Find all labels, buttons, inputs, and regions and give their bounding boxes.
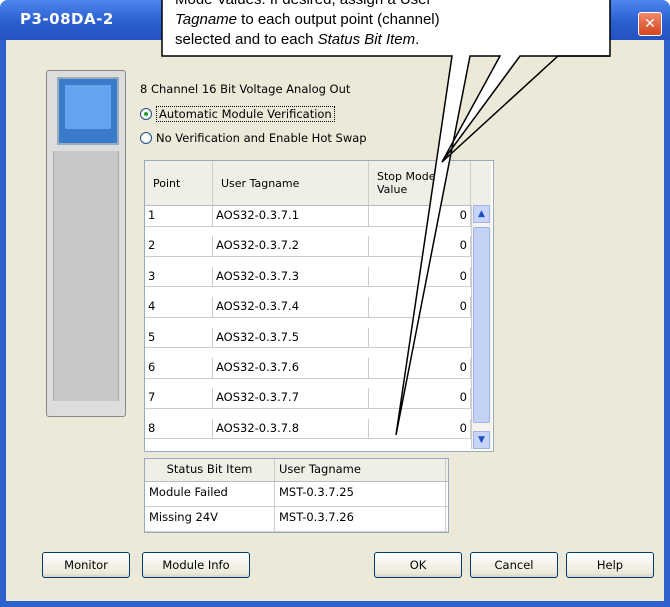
table-row[interactable]: 3 AOS32-0.3.7.3 0 bbox=[145, 266, 471, 288]
stop-value-cell[interactable]: 0 bbox=[369, 206, 471, 226]
radio-automatic-verification[interactable]: Automatic Module Verification bbox=[140, 106, 335, 122]
radio-no-verification[interactable]: No Verification and Enable Hot Swap bbox=[140, 131, 367, 145]
column-header-status-tagname: User Tagname bbox=[275, 459, 446, 481]
point-cell: 1 bbox=[145, 206, 213, 226]
radio-selected-icon bbox=[140, 108, 152, 120]
scroll-thumb[interactable] bbox=[473, 227, 490, 423]
radio-unselected-icon bbox=[140, 132, 152, 144]
column-header-tagname: User Tagname bbox=[213, 161, 369, 205]
table-row[interactable]: 1 AOS32-0.3.7.1 0 bbox=[145, 206, 471, 227]
table-row[interactable]: 8 AOS32-0.3.7.8 0 bbox=[145, 418, 471, 440]
tagname-cell[interactable]: AOS32-0.3.7.1 bbox=[213, 206, 369, 226]
callout-line-2: Tagname to each output point (channel) bbox=[175, 11, 440, 28]
table-header: Point User Tagname Stop Mode Value bbox=[145, 161, 491, 206]
window-title: P3-08DA-2 bbox=[20, 10, 114, 28]
scroll-up-icon[interactable]: ▲ bbox=[473, 205, 490, 223]
callout-line-3: selected and to each Status Bit Item. bbox=[175, 31, 420, 48]
point-cell: 7 bbox=[145, 388, 213, 408]
close-icon: ✕ bbox=[644, 16, 656, 32]
scroll-down-icon[interactable]: ▼ bbox=[473, 431, 490, 449]
column-header-stop-value: Stop Mode Value bbox=[369, 161, 471, 205]
module-description: 8 Channel 16 Bit Voltage Analog Out bbox=[140, 82, 351, 96]
point-cell: 8 bbox=[145, 418, 213, 439]
close-button[interactable]: ✕ bbox=[638, 12, 662, 36]
callout-text: Mode Values. If desired, assign a User T… bbox=[175, 0, 615, 50]
status-item-cell: Missing 24V bbox=[145, 507, 275, 531]
stop-value-cell[interactable]: 0 bbox=[369, 297, 471, 317]
point-cell: 5 bbox=[145, 327, 213, 348]
table-row[interactable]: 7 AOS32-0.3.7.7 0 bbox=[145, 388, 471, 409]
table-row[interactable]: Module Failed MST-0.3.7.25 bbox=[145, 482, 448, 507]
tagname-cell[interactable]: AOS32-0.3.7.2 bbox=[213, 236, 369, 256]
status-table-header: Status Bit Item User Tagname bbox=[145, 459, 448, 482]
status-item-cell: Module Failed bbox=[145, 482, 275, 506]
status-bit-table: Status Bit Item User Tagname Module Fail… bbox=[144, 458, 449, 533]
dialog-body: 8 Channel 16 Bit Voltage Analog Out Auto… bbox=[6, 40, 664, 601]
stop-value-cell[interactable]: 0 bbox=[369, 236, 471, 256]
table-row[interactable]: 2 AOS32-0.3.7.2 0 bbox=[145, 236, 471, 257]
table-scrollbar[interactable]: ▲ ▼ bbox=[471, 205, 492, 449]
tagname-cell[interactable]: AOS32-0.3.7.5 bbox=[213, 327, 369, 348]
table-row[interactable]: Missing 24V MST-0.3.7.26 bbox=[145, 507, 448, 532]
tagname-cell[interactable]: AOS32-0.3.7.4 bbox=[213, 297, 369, 317]
status-tagname-cell[interactable]: MST-0.3.7.26 bbox=[275, 507, 446, 531]
tagname-cell[interactable]: AOS32-0.3.7.8 bbox=[213, 418, 369, 439]
monitor-button[interactable]: Monitor bbox=[42, 552, 130, 578]
table-row[interactable]: 5 AOS32-0.3.7.5 bbox=[145, 327, 471, 349]
stop-value-cell[interactable]: 0 bbox=[369, 358, 471, 378]
point-cell: 6 bbox=[145, 358, 213, 378]
table-row[interactable]: 4 AOS32-0.3.7.4 0 bbox=[145, 297, 471, 318]
stop-value-cell[interactable]: 0 bbox=[369, 388, 471, 408]
point-cell: 2 bbox=[145, 236, 213, 256]
status-tagname-cell[interactable]: MST-0.3.7.25 bbox=[275, 482, 446, 506]
point-cell: 3 bbox=[145, 266, 213, 287]
stop-value-cell[interactable]: 0 bbox=[369, 418, 471, 439]
cancel-button[interactable]: Cancel bbox=[470, 552, 558, 578]
ok-button[interactable]: OK bbox=[374, 552, 462, 578]
dialog-window: P3-08DA-2 ✕ 8 Channel 16 Bit Voltage Ana… bbox=[0, 0, 670, 607]
column-header-status-item: Status Bit Item bbox=[145, 459, 275, 481]
module-info-button[interactable]: Module Info bbox=[142, 552, 250, 578]
table-row[interactable]: 6 AOS32-0.3.7.6 0 bbox=[145, 358, 471, 379]
module-body bbox=[53, 151, 119, 401]
column-header-point: Point bbox=[145, 161, 213, 205]
tagname-cell[interactable]: AOS32-0.3.7.3 bbox=[213, 266, 369, 287]
help-button[interactable]: Help bbox=[566, 552, 654, 578]
tagname-cell[interactable]: AOS32-0.3.7.7 bbox=[213, 388, 369, 408]
radio-label: No Verification and Enable Hot Swap bbox=[156, 131, 367, 145]
radio-label: Automatic Module Verification bbox=[156, 106, 335, 122]
stop-value-cell[interactable] bbox=[369, 327, 471, 348]
tagname-cell[interactable]: AOS32-0.3.7.6 bbox=[213, 358, 369, 378]
stop-value-cell[interactable]: 0 bbox=[369, 266, 471, 287]
point-cell: 4 bbox=[145, 297, 213, 317]
module-image bbox=[46, 70, 126, 417]
callout-line-1: Mode Values. If desired, assign a User bbox=[175, 0, 615, 10]
module-display-icon bbox=[57, 77, 119, 145]
output-points-table: Point User Tagname Stop Mode Value 1 AOS3… bbox=[144, 160, 494, 452]
